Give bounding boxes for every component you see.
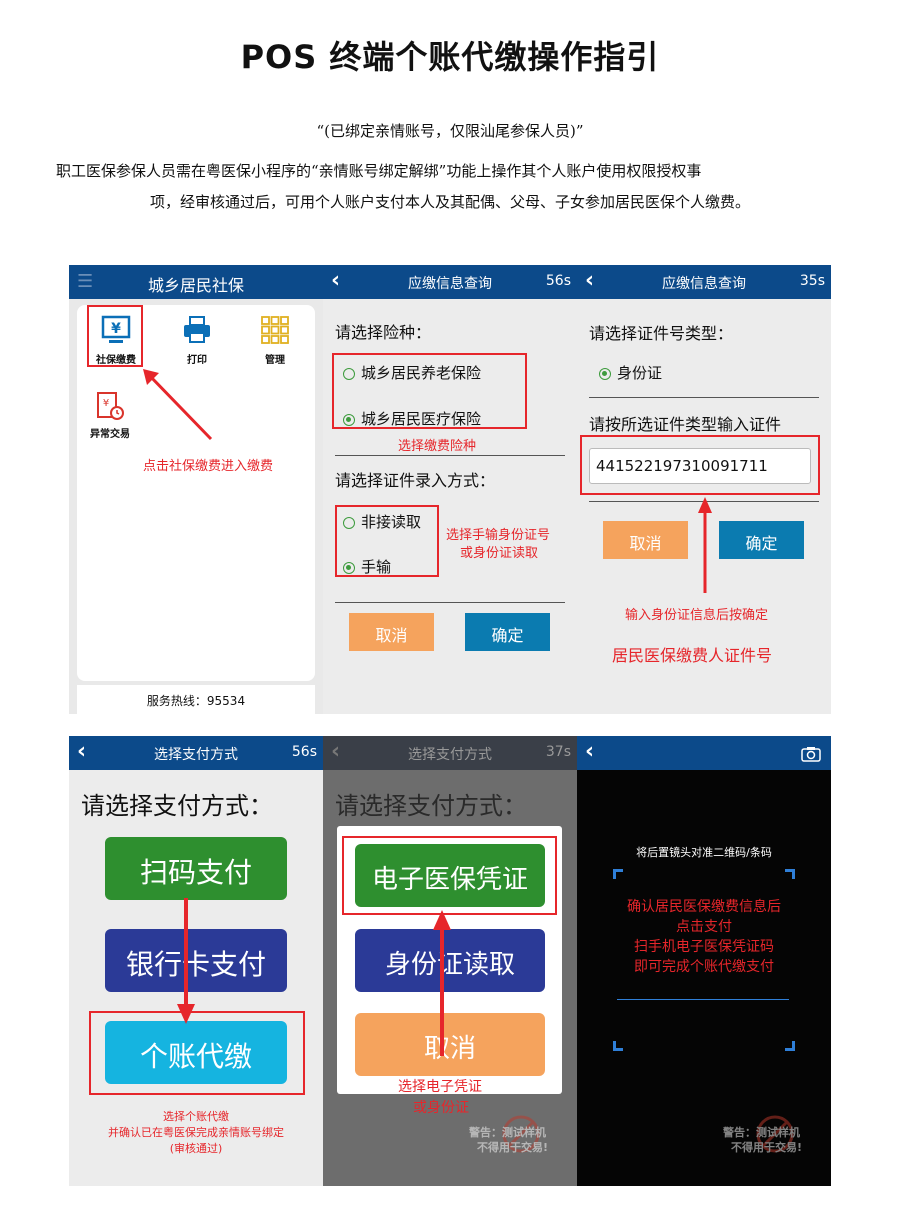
cancel-button[interactable]: 取消	[603, 521, 688, 559]
hint-text: 选择缴费险种	[398, 439, 477, 454]
scan-tip: 将后置镜头对准二维码/条码	[636, 846, 772, 859]
document-subtitle: “(已绑定亲情账号，仅限汕尾参保人员)”	[316, 122, 584, 140]
hint-text: 并确认已在粤医保完成亲情账号绑定	[108, 1126, 284, 1139]
hint-text: 选择手输身份证号	[446, 528, 551, 543]
hotline-text: 服务热线：95534	[146, 694, 246, 708]
red-arrow-icon	[177, 898, 195, 1024]
hotline-bar: 服务热线：95534	[77, 685, 315, 714]
hint-text: 点击社保缴费进入缴费	[143, 459, 274, 474]
test-device-watermark: 警告：测试样机 不得用于交易!	[469, 1114, 574, 1162]
confirm-button[interactable]: 确定	[719, 521, 804, 559]
question-payment: 请选择支付方式：	[335, 792, 527, 820]
top-bar: ‹ 应缴信息查询 35s	[577, 265, 831, 299]
document-paragraph-line1: 职工医保参保人员需在粤医保小程序的“亲情账号绑定解绑”功能上操作其个人账户使用权…	[56, 162, 702, 180]
svg-text:¥: ¥	[103, 398, 109, 409]
hint-text: 确认居民医保缴费信息后	[627, 899, 781, 915]
hint-text: 即可完成个账代缴支付	[634, 959, 774, 975]
screen-insurance-query: ‹ 应缴信息查询 56s 请选择险种： 城乡居民养老保险 城乡居民医疗保险 选择…	[323, 265, 577, 714]
screen-title: 应缴信息查询	[408, 276, 492, 292]
scan-pay-button[interactable]: 扫码支付	[105, 837, 287, 900]
question-insurance: 请选择险种：	[335, 323, 432, 342]
divider	[335, 602, 565, 603]
watermark-line1: 警告：测试样机	[723, 1126, 800, 1139]
tile-label: 管理	[265, 355, 285, 366]
hint-text: 或身份证读取	[460, 546, 539, 561]
question-input-id: 请按所选证件类型输入证件	[589, 415, 782, 434]
option-label: 身份证	[617, 364, 663, 382]
red-arrow-icon	[143, 369, 213, 441]
hint-text: 或身份证	[413, 1100, 469, 1116]
manage-tile[interactable]: 管理	[253, 307, 297, 369]
printer-icon	[184, 316, 210, 343]
highlight-box	[580, 435, 820, 495]
highlight-box	[87, 305, 143, 367]
hint-text: 居民医保缴费人证件号	[612, 646, 773, 665]
watermark-line2: 不得用于交易!	[731, 1141, 803, 1154]
watermark-line2: 不得用于交易!	[477, 1141, 549, 1154]
highlight-box	[89, 1011, 305, 1095]
back-arrow-icon[interactable]: ‹	[585, 739, 594, 764]
top-bar: ‹ 选择支付方式 56s	[69, 736, 323, 770]
highlight-box	[342, 836, 557, 915]
screen-id-input: ‹ 应缴信息查询 35s 请选择证件号类型： 身份证 请按所选证件类型输入证件 …	[577, 265, 831, 714]
red-arrow-icon	[698, 497, 712, 593]
hint-text: 选择电子凭证	[398, 1079, 482, 1095]
top-bar: ‹ 应缴信息查询 56s	[323, 265, 577, 299]
screen-payment-method: ‹ 选择支付方式 56s 请选择支付方式： 扫码支付 银行卡支付 个账代缴 选择…	[69, 736, 323, 1186]
question-id-input: 请选择证件录入方式：	[335, 471, 496, 490]
confirm-button[interactable]: 确定	[465, 613, 550, 651]
screen-title: 城乡居民社保	[147, 276, 244, 295]
tile-label: 异常交易	[90, 429, 130, 440]
option-id-card[interactable]: 身份证	[599, 362, 662, 383]
screen-title: 应缴信息查询	[662, 276, 746, 292]
grid-icon	[261, 316, 289, 344]
screen-scan: ‹ 将后置镜头对准二维码/条码 确认居民医保缴费信息后 点击支付 扫手机电子医保…	[577, 736, 831, 1186]
hint-text: 扫手机电子医保凭证码	[634, 939, 774, 955]
hint-text: 输入身份证信息后按确定	[625, 608, 769, 623]
screen-payment-submethod: ‹ 选择支付方式 37s 请选择支付方式： 电子医保凭证 身份证读取 取消 选择…	[323, 736, 577, 1186]
camera-icon[interactable]	[801, 746, 821, 762]
home-card: ¥ 社保缴费 打印 管理 ¥ 异常交易 点击社保缴费进入缴费	[77, 305, 315, 681]
watermark-line1: 警告：测试样机	[469, 1126, 546, 1139]
highlight-box	[332, 353, 527, 429]
screen-home: ☰ 城乡居民社保 ¥ 社保缴费 打印 管理 ¥ 异常交易 点击社保缴费进入缴费 …	[69, 265, 323, 714]
receipt-clock-icon: ¥	[97, 392, 124, 420]
hint-text: 点击支付	[676, 919, 732, 935]
document-title: POS 终端个账代缴操作指引	[240, 38, 660, 76]
print-tile[interactable]: 打印	[175, 307, 219, 369]
tile-label: 打印	[187, 355, 207, 366]
countdown: 37s	[545, 744, 571, 760]
abnormal-transaction-tile[interactable]: ¥ 异常交易	[83, 387, 137, 449]
top-bar: ‹ 选择支付方式 37s	[323, 736, 577, 770]
screen-title: 选择支付方式	[408, 747, 492, 763]
highlight-box	[335, 505, 439, 577]
countdown: 56s	[545, 273, 571, 289]
question-id-type: 请选择证件号类型：	[589, 324, 734, 343]
radio-selected-icon	[599, 367, 611, 380]
hint-text: (审核通过)	[169, 1142, 223, 1155]
hint-text: 选择个账代缴	[163, 1110, 229, 1123]
scan-line	[617, 999, 789, 1000]
screen-title: 选择支付方式	[154, 747, 238, 763]
divider	[589, 397, 819, 398]
document-paragraph-line2: 项，经审核通过后，可用个人账户支付本人及其配偶、父母、子女参加居民医保个人缴费。	[149, 193, 750, 211]
top-bar: ☰ 城乡居民社保	[69, 265, 323, 299]
countdown: 56s	[291, 744, 317, 760]
test-device-watermark: 警告：测试样机 不得用于交易!	[723, 1114, 828, 1162]
countdown: 35s	[799, 273, 825, 289]
cancel-button[interactable]: 取消	[349, 613, 434, 651]
red-arrow-icon	[433, 910, 451, 1056]
top-bar: ‹	[577, 736, 831, 770]
question-payment: 请选择支付方式：	[81, 792, 273, 820]
divider	[335, 455, 565, 456]
